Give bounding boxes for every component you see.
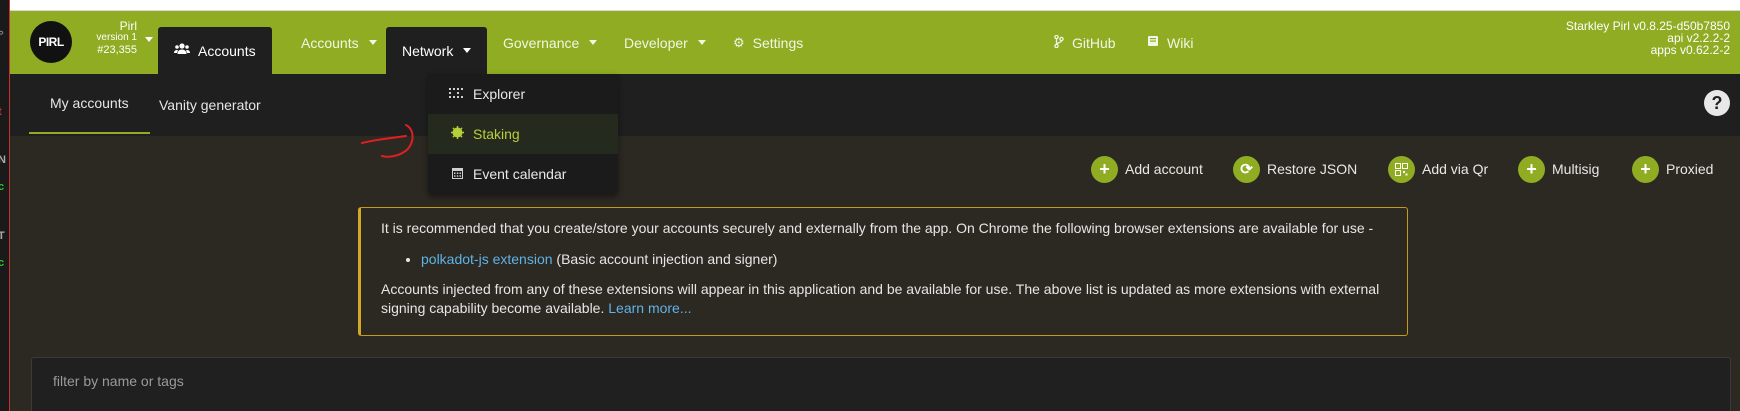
nav-accounts-menu[interactable]: Accounts <box>285 11 393 74</box>
sync-icon: ⟳ <box>1233 155 1260 183</box>
text-fragment: c <box>0 257 4 269</box>
chain-selector[interactable]: Pirl version 1 #23,355 <box>75 20 137 56</box>
sub-nav-bar: My accounts Vanity generator ? <box>10 74 1740 136</box>
plus-icon: + <box>1518 155 1545 183</box>
nav-settings-label: Settings <box>752 34 804 51</box>
proxied-button[interactable]: + Proxied <box>1632 155 1713 183</box>
multisig-button[interactable]: + Multisig <box>1518 155 1599 183</box>
text-fragment: N <box>0 154 6 166</box>
chain-version: version 1 <box>96 32 137 43</box>
browser-top-edge <box>10 0 1740 11</box>
users-icon <box>174 43 190 58</box>
tab-accounts-label: Accounts <box>198 42 256 59</box>
code-branch-icon <box>1054 34 1064 51</box>
chevron-down-icon[interactable] <box>145 37 153 42</box>
chevron-down-icon <box>589 40 598 45</box>
nav-wiki-label: Wiki <box>1167 34 1194 51</box>
chevron-down-icon <box>697 40 706 45</box>
extension-description: (Basic account injection and signer) <box>552 251 778 267</box>
menu-item-event-calendar-label: Event calendar <box>473 166 567 182</box>
chain-block-number: #23,355 <box>97 44 137 56</box>
search-fragment-icon: ⌕ <box>0 27 4 40</box>
filter-placeholder: filter by name or tags <box>53 373 184 389</box>
nav-governance-menu[interactable]: Governance <box>487 11 613 74</box>
chain-name: Pirl <box>119 19 137 33</box>
tab-my-accounts[interactable]: My accounts <box>29 74 150 134</box>
list-item: polkadot-js extension (Basic account inj… <box>421 250 1389 269</box>
chevron-down-icon <box>463 48 472 53</box>
tab-my-accounts-label: My accounts <box>50 95 129 111</box>
help-icon[interactable]: ? <box>1704 90 1730 116</box>
add-account-label: Add account <box>1125 161 1203 177</box>
nav-governance-label: Governance <box>503 34 580 51</box>
proxied-label: Proxied <box>1666 161 1714 177</box>
plus-icon: + <box>1091 155 1118 183</box>
nav-developer-menu[interactable]: Developer <box>608 11 722 74</box>
restore-json-label: Restore JSON <box>1267 161 1358 177</box>
nav-settings[interactable]: ⚙ Settings <box>717 11 819 74</box>
grid-icon <box>449 87 465 101</box>
background-window-strip: ⌕ t N c T c <box>0 0 10 411</box>
notice-footer: Accounts injected from any of these exte… <box>381 280 1389 318</box>
nav-github-link[interactable]: GitHub <box>1038 11 1132 74</box>
nav-network-menu[interactable]: Network <box>386 27 488 74</box>
certificate-icon <box>449 126 465 142</box>
tab-vanity-generator[interactable]: Vanity generator <box>138 74 282 136</box>
multisig-label: Multisig <box>1552 161 1600 177</box>
nav-wiki-link[interactable]: Wiki <box>1131 11 1209 74</box>
restore-json-button[interactable]: ⟳ Restore JSON <box>1233 155 1357 183</box>
extension-warning-notice: It is recommended that you create/store … <box>358 207 1408 336</box>
text-fragment: t <box>0 106 2 118</box>
qrcode-icon <box>1388 155 1415 183</box>
notice-footer-text: Accounts injected from any of these exte… <box>381 281 1380 316</box>
nav-github-label: GitHub <box>1072 34 1116 51</box>
chain-logo[interactable]: PIRL <box>30 21 72 63</box>
menu-item-staking[interactable]: Staking <box>428 114 618 154</box>
menu-item-staking-label: Staking <box>473 126 520 142</box>
book-icon <box>1147 35 1159 50</box>
add-via-qr-label: Add via Qr <box>1422 161 1489 177</box>
filter-input[interactable]: filter by name or tags <box>31 357 1731 411</box>
apps-version: apps v0.62.2-2 <box>1650 43 1730 57</box>
chevron-down-icon <box>368 40 377 45</box>
polkadot-js-extension-link[interactable]: polkadot-js extension <box>421 251 553 267</box>
menu-item-explorer-label: Explorer <box>473 86 526 102</box>
network-dropdown-menu: Explorer Staking Event calendar <box>428 74 618 194</box>
tab-vanity-generator-label: Vanity generator <box>159 97 261 113</box>
main-content: + Add account ⟳ Restore JSON Add via Qr … <box>10 136 1740 411</box>
top-nav-bar: PIRL Pirl version 1 #23,355 Accounts Acc… <box>10 11 1740 74</box>
plus-icon: + <box>1632 155 1659 183</box>
nav-developer-label: Developer <box>624 34 688 51</box>
text-fragment: c <box>0 181 4 193</box>
nav-network-label: Network <box>402 42 454 59</box>
notice-text: It is recommended that you create/store … <box>381 220 1374 236</box>
menu-item-explorer[interactable]: Explorer <box>428 74 618 114</box>
learn-more-link[interactable]: Learn more... <box>608 300 691 316</box>
add-via-qr-button[interactable]: Add via Qr <box>1388 155 1488 183</box>
tab-accounts-active[interactable]: Accounts <box>158 27 272 74</box>
red-pen-annotation <box>361 124 414 158</box>
add-account-button[interactable]: + Add account <box>1091 155 1203 183</box>
nav-accounts-label: Accounts <box>301 34 359 51</box>
extension-list: polkadot-js extension (Basic account inj… <box>421 250 1389 269</box>
gears-icon: ⚙ <box>733 34 745 50</box>
node-version-info: Starkley Pirl v0.8.25-d50b7850 api v2.2.… <box>1566 20 1730 56</box>
menu-item-event-calendar[interactable]: Event calendar <box>428 154 618 194</box>
text-fragment: T <box>0 230 5 242</box>
calendar-icon <box>449 167 465 182</box>
